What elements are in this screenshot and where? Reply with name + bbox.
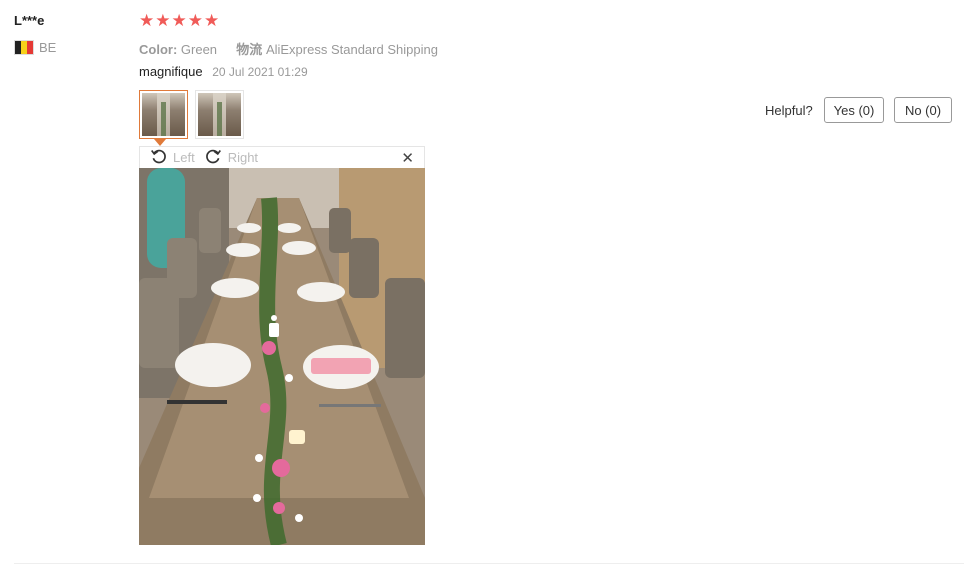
reviewer-name: L***e xyxy=(14,13,45,28)
thumbnail-image xyxy=(198,93,241,136)
review-thumbnail-1[interactable] xyxy=(139,90,188,139)
rotate-left-button[interactable]: Left xyxy=(150,148,195,168)
active-thumbnail-pointer xyxy=(154,139,166,146)
rotate-right-label: Right xyxy=(227,150,259,165)
helpful-label: Helpful? xyxy=(765,103,813,118)
reviewer-country: BE xyxy=(14,40,56,55)
color-key: Color: xyxy=(139,42,178,57)
star-icon: ★ xyxy=(155,11,171,30)
close-viewer-button[interactable]: ✕ xyxy=(401,149,414,167)
star-icon: ★ xyxy=(171,11,187,30)
helpful-yes-button[interactable]: Yes (0) xyxy=(824,97,884,123)
review-date: 20 Jul 2021 01:29 xyxy=(212,65,308,79)
star-rating: ★ ★ ★ ★ ★ xyxy=(139,12,219,29)
star-icon: ★ xyxy=(204,11,220,30)
review-text: magnifique xyxy=(139,64,203,79)
rotate-left-label: Left xyxy=(173,150,195,165)
thumbnail-image xyxy=(142,93,185,136)
order-attributes: Color: Green 物流 AliExpress Standard Ship… xyxy=(139,39,438,58)
flag-stripe-red xyxy=(27,41,33,54)
helpful-no-button[interactable]: No (0) xyxy=(894,97,952,123)
image-viewer-toolbar: Left Right ✕ xyxy=(139,146,425,168)
review-divider xyxy=(14,563,964,564)
star-icon: ★ xyxy=(187,11,203,30)
country-code: BE xyxy=(39,40,57,55)
review-photo xyxy=(139,168,425,545)
belgium-flag-icon xyxy=(14,40,34,55)
color-value: Green xyxy=(180,42,218,57)
rotate-left-icon xyxy=(150,148,167,168)
review-thumbnail-2[interactable] xyxy=(195,90,244,139)
rotate-right-icon xyxy=(205,148,222,168)
review-feedback: magnifique 20 Jul 2021 01:29 xyxy=(139,64,308,79)
star-icon: ★ xyxy=(139,11,155,30)
shipping-key: 物流 xyxy=(236,42,263,57)
table-setting-photo xyxy=(139,168,425,545)
rotate-right-button[interactable]: Right xyxy=(205,148,258,168)
shipping-value: AliExpress Standard Shipping xyxy=(265,42,438,57)
